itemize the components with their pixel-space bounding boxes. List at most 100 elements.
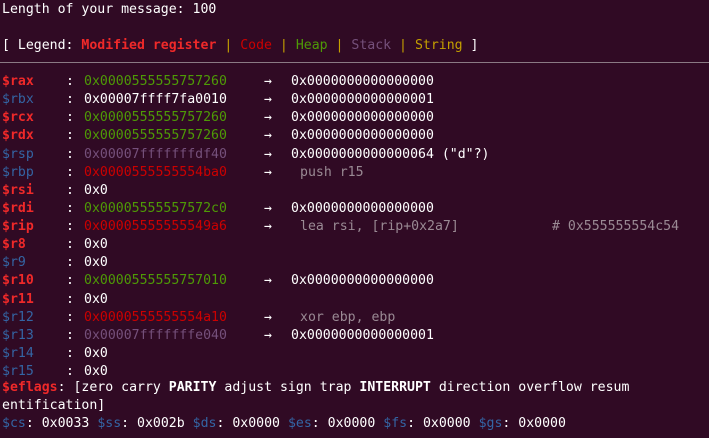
eflag-trap: trap	[319, 380, 352, 395]
register-row-r11: $r11:0x0	[2, 291, 707, 309]
eflags-line: $eflags: [zero carry PARITY adjust sign …	[2, 379, 629, 397]
deref-arrow: →	[264, 219, 272, 235]
eflag-carry: carry	[121, 380, 161, 395]
eflags-label: $eflags	[2, 380, 58, 395]
eflag-parity: PARITY	[168, 380, 217, 395]
register-colon: :	[66, 273, 74, 289]
deref-arrow: →	[264, 273, 272, 289]
segment-name: $ss	[97, 416, 122, 431]
legend-string: String	[414, 38, 463, 53]
register-deref: 0x0000000000000001	[291, 92, 434, 108]
register-row-r14: $r14:0x0	[2, 345, 707, 363]
segment-registers-line: $cs: 0x0033 $ss: 0x002b $ds: 0x0000 $es:…	[2, 416, 566, 431]
register-deref: xor ebp, ebp	[300, 309, 396, 325]
register-colon: :	[66, 219, 74, 235]
register-name: $rdi	[2, 200, 34, 216]
register-colon: :	[66, 345, 74, 361]
register-colon: :	[66, 164, 74, 180]
register-row-rdi: $rdi:0x00005555557572c0 → 0x00000000000000…	[2, 200, 707, 218]
register-colon: :	[66, 200, 74, 216]
register-value: 0x0	[84, 291, 108, 307]
register-colon: :	[66, 327, 74, 343]
eflag-interrupt: INTERRUPT	[359, 380, 431, 395]
register-name: $r9	[2, 255, 26, 271]
register-name: $r8	[2, 237, 26, 253]
register-value: 0x00005555555549a6	[84, 219, 227, 235]
register-name: $rip	[2, 219, 34, 235]
segment-name: $es	[287, 416, 312, 431]
segment-value: 0x002b	[137, 416, 185, 431]
register-name: $r15	[2, 364, 34, 380]
register-name: $rcx	[2, 110, 34, 126]
eflag-resum: resum	[589, 380, 630, 395]
eflags-open: : [	[57, 380, 82, 395]
register-value: 0x0	[84, 345, 108, 361]
deref-arrow: →	[264, 146, 272, 162]
register-deref: 0x0000000000000000	[291, 200, 434, 216]
register-row-r9: $r9:0x0	[2, 254, 707, 272]
legend-separator: |	[271, 38, 296, 53]
register-name: $r13	[2, 327, 34, 343]
segment-value: 0x0000	[327, 416, 376, 431]
legend-stack: Stack	[351, 38, 392, 53]
register-colon: :	[66, 128, 74, 144]
register-value: 0x00005555557572c0	[84, 200, 227, 216]
deref-arrow: →	[264, 327, 272, 343]
section-divider	[0, 62, 709, 63]
segment-name: $ds	[192, 416, 217, 431]
deref-arrow: →	[264, 200, 272, 216]
register-row-r10: $r10:0x0000555555757010 → 0x00000000000000…	[2, 272, 707, 290]
register-colon: :	[66, 110, 74, 126]
register-name: $rsi	[2, 182, 34, 198]
register-row-rax: $rax:0x0000555555757260 → 0x00000000000000…	[2, 73, 707, 91]
register-deref: 0x0000000000000000	[291, 128, 434, 144]
register-value: 0x00007fffffffe040	[84, 327, 227, 343]
legend-separator: |	[216, 38, 241, 53]
register-value: 0x0000555555757260	[84, 74, 227, 89]
register-row-r13: $r13:0x00007fffffffe040 → 0x00000000000000…	[2, 327, 707, 345]
segment-value: 0x0033	[41, 416, 90, 431]
register-name: $rdx	[2, 128, 34, 144]
eflag-sign: sign	[279, 380, 312, 395]
legend-modified-register: Modified register	[81, 38, 217, 53]
register-value: 0x0000555555757010	[84, 273, 227, 289]
legend-separator: |	[391, 38, 415, 53]
register-deref: lea rsi, [rip+0x2a7]	[300, 219, 459, 235]
eflags-continuation: entification]	[2, 398, 106, 413]
register-colon: :	[66, 74, 74, 89]
register-row-rip: $rip:0x00005555555549a6 → lea rsi, [rip+0x…	[2, 218, 707, 236]
message-length-line: Length of your message: 100	[2, 2, 217, 17]
register-row-r8: $r8:0x0	[2, 236, 707, 254]
register-colon: :	[66, 146, 74, 162]
eflag-overflow: overflow	[518, 380, 582, 395]
register-value: 0x0	[84, 182, 108, 198]
register-name: $rax	[2, 74, 34, 89]
segment-name: $cs	[2, 416, 26, 431]
segment-value: 0x0000	[518, 416, 566, 431]
deref-arrow: →	[264, 164, 272, 180]
eflag-zero: zero	[81, 380, 114, 395]
deref-arrow: →	[264, 110, 272, 126]
register-name: $r14	[2, 345, 34, 361]
register-deref: push r15	[300, 164, 364, 180]
register-row-rcx: $rcx:0x0000555555757260 → 0x00000000000000…	[2, 109, 707, 127]
register-row-rbp: $rbp:0x0000555555554ba0 → push r15	[2, 164, 707, 182]
register-value: 0x0	[84, 237, 108, 253]
register-name: $rsp	[2, 146, 34, 162]
segment-value: 0x0000	[232, 416, 280, 431]
register-colon: :	[66, 255, 74, 271]
register-value: 0x0000555555554ba0	[84, 164, 227, 180]
register-colon: :	[66, 291, 74, 307]
register-value: 0x0	[84, 255, 108, 271]
register-deref: 0x0000000000000000	[291, 273, 434, 289]
terminal-window[interactable]: Length of your message: 100 [ Legend: Mo…	[0, 0, 709, 438]
register-name: $rbx	[2, 92, 34, 108]
deref-arrow: →	[264, 74, 272, 89]
register-colon: :	[66, 309, 74, 325]
register-deref: 0x0000000000000000	[291, 74, 434, 89]
segment-name: $gs	[478, 416, 503, 431]
deref-arrow: →	[264, 309, 272, 325]
register-row-rsp: $rsp:0x00007fffffffdf40 → 0x00000000000000…	[2, 146, 707, 164]
legend-line: [ Legend: Modified register | Code | Hea…	[2, 37, 478, 55]
legend-separator: |	[327, 38, 352, 53]
